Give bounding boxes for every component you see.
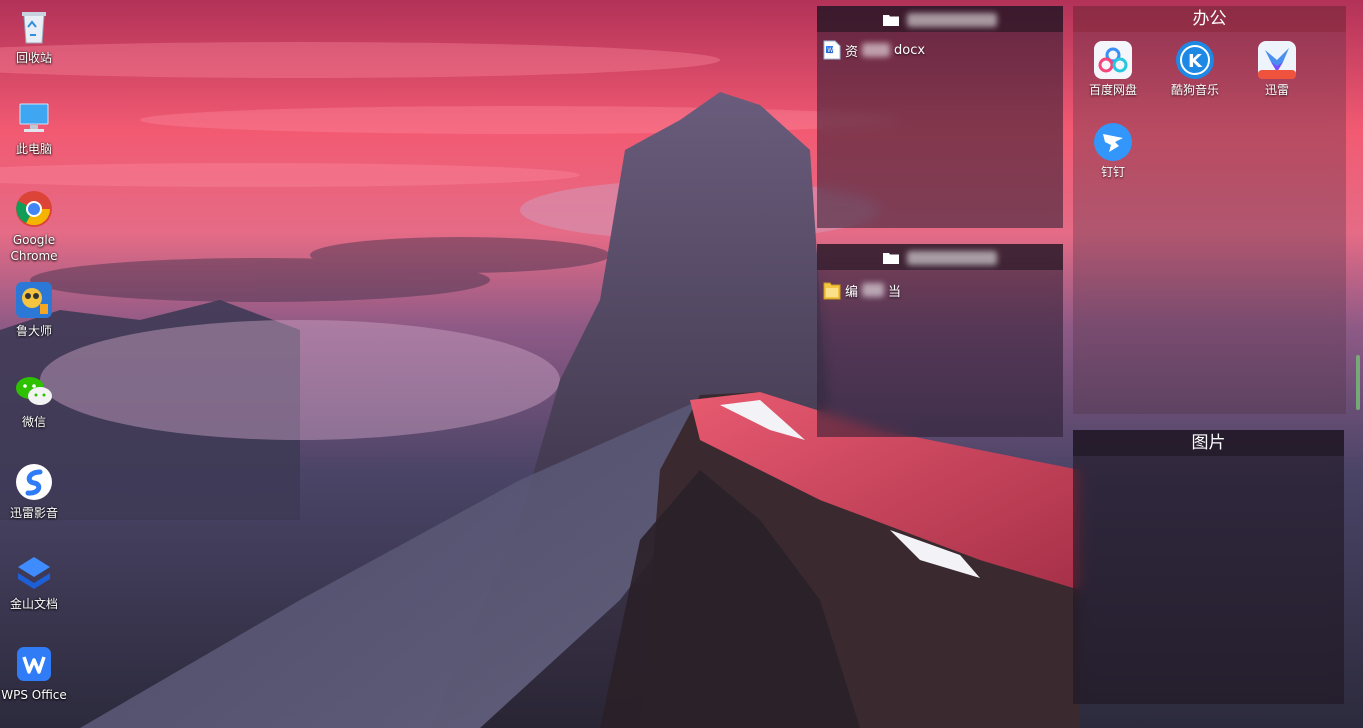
fence-panel-1[interactable]: W 资 docx [817,6,1063,228]
fence-empty-area[interactable] [1073,456,1344,704]
computer-icon [19,103,49,132]
desktop-icon-this-pc[interactable]: 此电脑 [0,98,68,157]
desktop-icon-ludashi[interactable]: 鲁大师 [0,280,68,339]
desktop-icon-label: Google Chrome [10,233,58,263]
kingsoft-docs-icon [18,557,50,589]
xunlei-icon [1258,41,1296,79]
desktop-icon-label: 此电脑 [15,142,52,156]
app-label: 百度网盘 [1088,83,1137,97]
recycle-bin-icon [22,12,46,44]
kugou-music-icon: K [1176,41,1214,79]
chrome-icon [16,191,52,227]
app-label: 钉钉 [1100,165,1125,179]
file-name-prefix: 编 [845,284,859,300]
folder-icon [823,282,841,300]
file-name-suffix: 当 [888,284,902,300]
app-tile-kugou[interactable]: K 酷狗音乐 [1160,40,1230,98]
app-tile-dingtalk[interactable]: 钉钉 [1078,122,1148,180]
desktop-icon-label: 回收站 [15,51,52,65]
redacted-text [862,43,891,57]
svg-text:W: W [827,47,833,54]
desktop-icon-label: WPS Office [1,688,67,702]
fence-panel-pictures[interactable]: 图片 [1073,430,1344,704]
desktop-scrollbar-thumb[interactable] [1356,355,1360,410]
desktop-icon-label: 鲁大师 [15,324,52,338]
fence-title-bar[interactable] [817,244,1063,270]
app-tile-xunlei[interactable]: 迅雷 [1242,40,1312,98]
file-name-suffix: docx [894,42,926,58]
fence-panel-2[interactable]: 编 当 [817,244,1063,437]
file-item-docx[interactable]: W 资 docx [823,40,925,60]
redacted-text [862,283,885,297]
xunlei-player-icon [16,464,52,500]
dingtalk-icon [1094,123,1132,161]
desktop-icon-label: 微信 [21,415,46,429]
app-tile-baidu-netdisk[interactable]: 百度网盘 [1078,40,1148,98]
folder-icon [882,252,899,264]
wechat-icon [16,377,52,405]
redacted-title [907,250,998,265]
fence-title: 办公 [1192,9,1227,29]
fence-panel-office[interactable]: 办公 百度网盘 K 酷狗音乐 迅雷 钉钉 [1073,6,1346,414]
file-name-prefix: 资 [845,44,859,60]
folder-icon [882,14,899,26]
desktop-icon-kingsoft-docs[interactable]: 金山文档 [0,553,68,612]
fence-title: 图片 [1191,433,1226,453]
redacted-title [907,12,998,27]
desktop-icon-recycle-bin[interactable]: 回收站 [0,7,68,66]
app-label: 酷狗音乐 [1170,83,1219,97]
desktop-icon-wechat[interactable]: 微信 [0,371,68,430]
fence-title-bar[interactable]: 办公 [1073,6,1346,32]
wps-office-icon [17,647,51,681]
word-document-icon: W [823,40,841,60]
desktop-icon-wps-office[interactable]: WPS Office [0,644,68,703]
desktop-icon-chrome[interactable]: Google Chrome [0,189,68,264]
svg-text:K: K [1188,51,1203,72]
fence-title-bar[interactable] [817,6,1063,32]
folder-item[interactable]: 编 当 [823,280,901,300]
desktop-icon-label: 迅雷影音 [9,506,58,520]
ludashi-icon [16,282,52,318]
baidu-netdisk-icon [1094,41,1132,79]
app-label: 迅雷 [1264,83,1289,97]
fence-title-bar[interactable]: 图片 [1073,430,1344,456]
desktop-icon-label: 金山文档 [9,597,58,611]
desktop-icon-xunlei-player[interactable]: 迅雷影音 [0,462,68,521]
